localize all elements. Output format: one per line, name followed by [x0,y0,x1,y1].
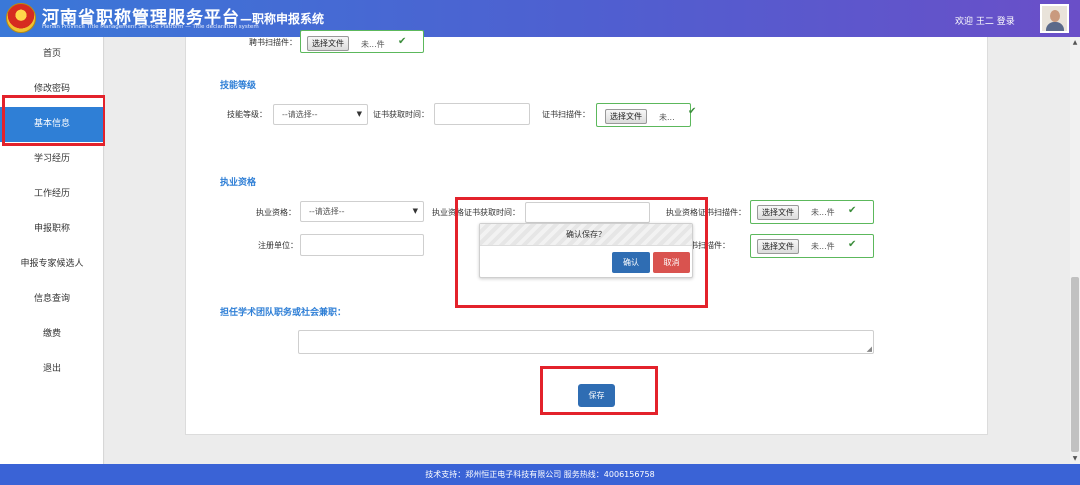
practice-choose-file-button[interactable]: 选择文件 [757,205,799,220]
register-scan-upload: 选择文件 未...件 ✔ [750,234,874,258]
chevron-down-icon: ▼ [412,207,418,215]
register-choose-file-button[interactable]: 选择文件 [757,239,799,254]
avatar-head-shape [1050,10,1060,22]
footer: 技术支持：郑州恒正电子科技有限公司 服务热线：4006156758 [0,464,1080,485]
vertical-scrollbar[interactable]: ▲ ▼ [1070,37,1080,464]
academic-textarea[interactable]: ◢ [298,330,874,354]
practice-qual-select-value: --请选择-- [309,207,345,216]
appointment-scan-label: 聘书扫描件： [249,38,297,47]
check-icon: ✔ [398,36,407,47]
scrollbar-thumb[interactable] [1071,277,1079,452]
scroll-down-icon[interactable]: ▼ [1070,455,1080,462]
sidebar-item-home[interactable]: 首页 [0,37,104,72]
welcome-text: 欢迎 王二 登录 [955,17,1015,27]
sidebar-item-apply-title[interactable]: 申报职称 [0,212,104,247]
appointment-file-status: 未...件 [361,40,385,49]
section-title-practice: 执业资格 [220,178,257,188]
skill-date-input[interactable] [434,103,530,125]
practice-scan-upload: 选择文件 未...件 ✔ [750,200,874,224]
skill-choose-file-button[interactable]: 选择文件 [605,109,647,124]
sidebar-item-study-history[interactable]: 学习经历 [0,142,104,177]
check-icon: ✔ [848,239,857,250]
section-title-skill: 技能等级 [220,81,257,91]
skill-level-select-value: --请选择-- [282,110,318,119]
scroll-up-icon[interactable]: ▲ [1070,39,1080,46]
skill-scan-label: 证书扫描件： [542,110,590,119]
sidebar-item-expert-candidate[interactable]: 申报专家候选人 [0,247,104,282]
resize-grip-icon[interactable]: ◢ [867,345,872,353]
highlight-box-save [540,366,658,415]
highlight-box-sidebar [2,95,106,146]
appointment-scan-upload: 选择文件 未...件 ✔ [300,30,424,53]
skill-level-label: 技能等级： [227,110,267,119]
sidebar-item-payment[interactable]: 缴费 [0,317,104,352]
check-icon: ✔ [848,205,857,216]
register-unit-input[interactable] [300,234,424,256]
skill-scan-upload: 选择文件 未... [596,103,691,127]
section-title-academic: 担任学术团队职务或社会兼职： [220,308,347,318]
appointment-choose-file-button[interactable]: 选择文件 [307,36,349,51]
practice-qual-label: 执业资格： [256,208,296,217]
skill-date-label: 证书获取时间： [373,110,429,119]
chevron-down-icon: ▼ [356,110,362,118]
national-emblem-icon [6,3,36,33]
highlight-box-popover [455,197,708,308]
practice-file-status: 未...件 [811,208,835,217]
app-header: 河南省职称管理服务平台—职称申报系统 Henan Province Title … [0,0,1080,37]
register-file-status: 未...件 [811,242,835,251]
register-unit-label: 注册单位： [258,241,298,250]
app-title-english: Henan Province Title Management Service … [42,24,259,30]
sidebar-item-info-query[interactable]: 信息查询 [0,282,104,317]
skill-file-status: 未... [659,113,675,122]
avatar-body-shape [1046,22,1064,31]
avatar[interactable] [1040,4,1069,33]
practice-qual-select[interactable]: --请选择-- ▼ [300,201,424,222]
skill-level-select[interactable]: --请选择-- ▼ [273,104,368,125]
sidebar-item-work-history[interactable]: 工作经历 [0,177,104,212]
sidebar-item-logout[interactable]: 退出 [0,352,104,387]
check-icon: ✔ [688,106,697,117]
